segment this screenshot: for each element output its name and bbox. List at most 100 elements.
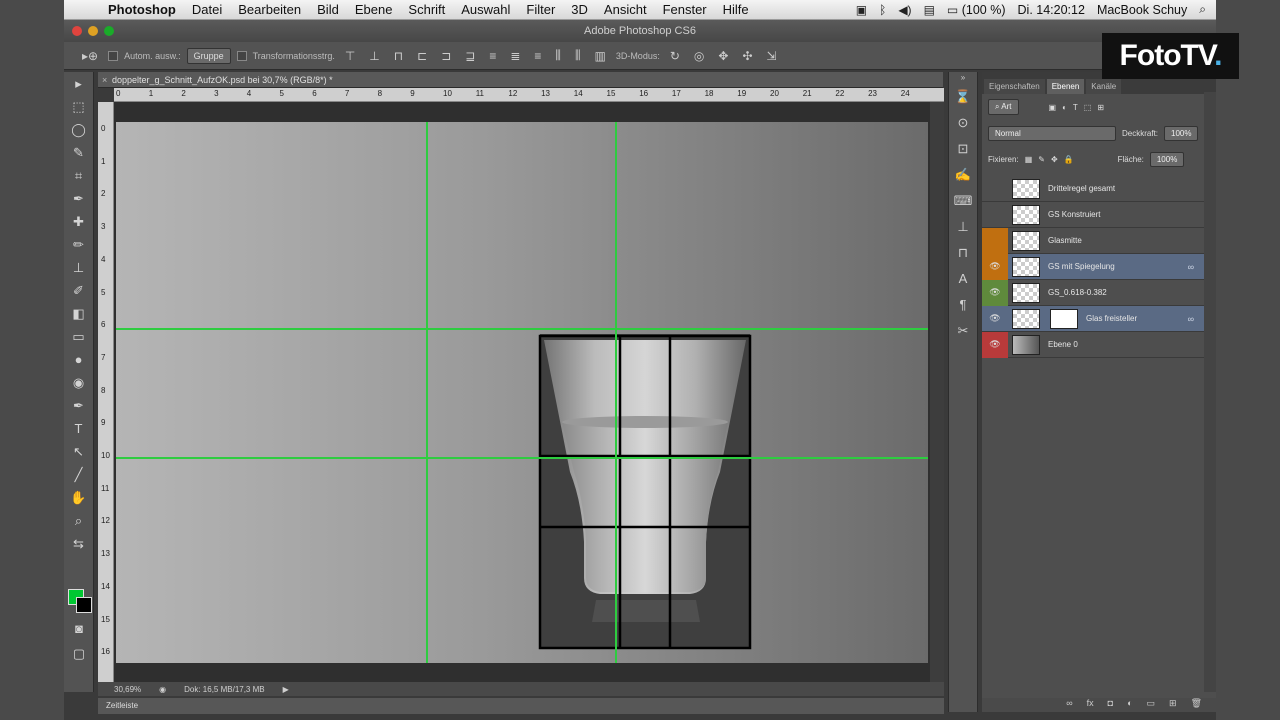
- layer-thumbnail[interactable]: [1012, 178, 1040, 199]
- layer-thumbnail[interactable]: [1012, 256, 1040, 277]
- input-icon[interactable]: ▤: [924, 3, 935, 17]
- filter-shape-icon[interactable]: ⬚: [1084, 103, 1092, 112]
- auto-select-dropdown[interactable]: Gruppe: [186, 47, 231, 64]
- align-vcenter-icon[interactable]: ⊥: [365, 49, 383, 63]
- layer-thumbnail[interactable]: [1012, 308, 1040, 329]
- menu-ansicht[interactable]: Ansicht: [596, 2, 655, 17]
- volume-icon[interactable]: ◀): [898, 3, 911, 17]
- menu-bearbeiten[interactable]: Bearbeiten: [230, 2, 309, 17]
- zoom-tool-icon[interactable]: ⌕: [64, 509, 93, 532]
- layer-row[interactable]: 👁 Ebene 0: [982, 331, 1204, 358]
- status-menu-arrow-icon[interactable]: ▶: [283, 685, 289, 694]
- dodge-tool-icon[interactable]: ◉: [64, 371, 93, 394]
- layer-style-icon[interactable]: fx: [1087, 698, 1094, 712]
- lock-image-icon[interactable]: ✎: [1038, 155, 1045, 164]
- healing-brush-tool-icon[interactable]: ✚: [64, 210, 93, 233]
- history-brush-tool-icon[interactable]: ✐: [64, 279, 93, 302]
- 3d-rotate-icon[interactable]: ↻: [666, 49, 684, 63]
- timeline-tab[interactable]: Zeitleiste: [98, 698, 944, 714]
- ruler-vertical[interactable]: 0 1 2 3 4 5 6 7 8 9 10 11 12 13 14 15 16: [98, 102, 114, 682]
- visibility-eye-icon[interactable]: 👁: [982, 279, 1008, 306]
- visibility-eye-icon[interactable]: 👁: [982, 331, 1008, 358]
- move-tool-preset-icon[interactable]: ▸⊕: [78, 49, 102, 63]
- layer-name[interactable]: GS mit Spiegelung: [1048, 262, 1115, 271]
- filter-smart-icon[interactable]: ⊞: [1097, 103, 1104, 112]
- 3d-roll-icon[interactable]: ◎: [690, 49, 708, 63]
- menu-bild[interactable]: Bild: [309, 2, 347, 17]
- tab-properties[interactable]: Eigenschaften: [984, 79, 1045, 94]
- tools-misc-icon[interactable]: ✂: [949, 318, 977, 344]
- pen-tool-icon[interactable]: ✒: [64, 394, 93, 417]
- 3d-slide-icon[interactable]: ✣: [738, 49, 756, 63]
- quick-mask-icon[interactable]: ◙: [64, 617, 94, 640]
- menu-fenster[interactable]: Fenster: [655, 2, 715, 17]
- document-image[interactable]: [116, 122, 928, 663]
- display-icon[interactable]: ▣: [856, 3, 867, 17]
- distribute-left-icon[interactable]: ⫼: [551, 48, 565, 63]
- layer-thumbnail[interactable]: [1012, 282, 1040, 303]
- menu-auswahl[interactable]: Auswahl: [453, 2, 518, 17]
- auto-select-checkbox[interactable]: [108, 50, 119, 61]
- filter-pixel-icon[interactable]: ▣: [1049, 103, 1057, 112]
- marquee-tool-icon[interactable]: ⬚: [64, 95, 93, 118]
- fill-input[interactable]: 100%: [1149, 151, 1185, 167]
- menu-schrift[interactable]: Schrift: [400, 2, 453, 17]
- layer-row[interactable]: Drittelregel gesamt: [982, 176, 1204, 202]
- layer-row[interactable]: 👁 GS_0.618-0.382: [982, 279, 1204, 306]
- clone-source-icon[interactable]: ⊥: [949, 214, 977, 240]
- lock-all-icon[interactable]: 🔒: [1064, 155, 1074, 164]
- layer-name[interactable]: Glas freisteller: [1086, 314, 1137, 323]
- layer-name[interactable]: GS_0.618-0.382: [1048, 288, 1107, 297]
- hand-tool-icon[interactable]: ✋: [64, 486, 93, 509]
- bluetooth-icon[interactable]: ᛒ: [879, 3, 886, 17]
- tab-channels[interactable]: Kanäle: [1086, 79, 1122, 94]
- layer-link-icon[interactable]: ∞: [1188, 262, 1194, 272]
- dock-collapse-icon[interactable]: »: [949, 72, 977, 84]
- lock-transparent-icon[interactable]: ▦: [1025, 155, 1033, 164]
- tab-layers[interactable]: Ebenen: [1046, 79, 1085, 94]
- canvas-area[interactable]: [114, 102, 930, 682]
- layers-scrollbar[interactable]: [1204, 92, 1216, 692]
- zoom-level[interactable]: 30,69%: [114, 685, 141, 694]
- actions-panel-icon[interactable]: ⊙: [949, 110, 977, 136]
- layer-name[interactable]: GS Konstruiert: [1048, 210, 1100, 219]
- align-right-icon[interactable]: ⊒: [461, 49, 479, 63]
- eraser-tool-icon[interactable]: ◧: [64, 302, 93, 325]
- character-panel-icon[interactable]: A: [949, 266, 977, 292]
- battery-status[interactable]: ▭ (100 %): [947, 3, 1006, 17]
- eyedropper-tool-icon[interactable]: ✒: [64, 187, 93, 210]
- layer-row[interactable]: 👁 Glas freisteller ∞: [982, 306, 1204, 332]
- layer-thumbnail[interactable]: [1012, 230, 1040, 251]
- crop-tool-icon[interactable]: ⌗: [64, 164, 93, 187]
- auto-align-icon[interactable]: ▥: [590, 49, 609, 63]
- new-layer-icon[interactable]: ⊞: [1169, 698, 1177, 712]
- brush-presets-icon[interactable]: ⌨: [949, 188, 977, 214]
- minimize-window-icon[interactable]: [88, 26, 98, 36]
- canvas-vertical-scrollbar[interactable]: [930, 102, 944, 682]
- screen-mode-icon[interactable]: ▢: [64, 642, 94, 665]
- spotlight-search-icon[interactable]: ⌕: [1199, 2, 1206, 17]
- layer-thumbnail[interactable]: [1012, 204, 1040, 225]
- lock-position-icon[interactable]: ✥: [1051, 155, 1058, 164]
- align-top-icon[interactable]: ⊤: [341, 49, 359, 63]
- layer-thumbnail[interactable]: [1012, 334, 1040, 355]
- close-document-icon[interactable]: ×: [102, 72, 107, 88]
- line-tool-icon[interactable]: ╱: [64, 463, 93, 486]
- opacity-input[interactable]: 100%: [1164, 125, 1199, 141]
- layer-row[interactable]: Glasmitte: [982, 227, 1204, 254]
- layer-row[interactable]: 👁 GS mit Spiegelung ∞: [982, 253, 1204, 280]
- visibility-eye-icon[interactable]: 👁: [982, 253, 1008, 280]
- align-hcenter-icon[interactable]: ⊐: [437, 49, 455, 63]
- blur-tool-icon[interactable]: ●: [64, 348, 93, 371]
- link-layers-icon[interactable]: ∞: [1066, 698, 1072, 712]
- layer-name[interactable]: Drittelregel gesamt: [1048, 184, 1115, 193]
- ruler-horizontal[interactable]: 0 1 2 3 4 5 6 7 8 9 10 11 12 13 14 15 16 17 18 19 20 21 22 23 24: [114, 88, 944, 102]
- visibility-eye-icon[interactable]: [982, 176, 1008, 202]
- menu-3d[interactable]: 3D: [563, 2, 596, 17]
- delete-layer-icon[interactable]: 🗑: [1191, 698, 1202, 712]
- menu-datei[interactable]: Datei: [184, 2, 230, 17]
- distribute-bottom-icon[interactable]: ≡: [530, 49, 545, 63]
- gradient-tool-icon[interactable]: ▭: [64, 325, 93, 348]
- align-bottom-icon[interactable]: ⊓: [390, 49, 407, 63]
- history-panel-icon[interactable]: ⌛: [949, 84, 977, 110]
